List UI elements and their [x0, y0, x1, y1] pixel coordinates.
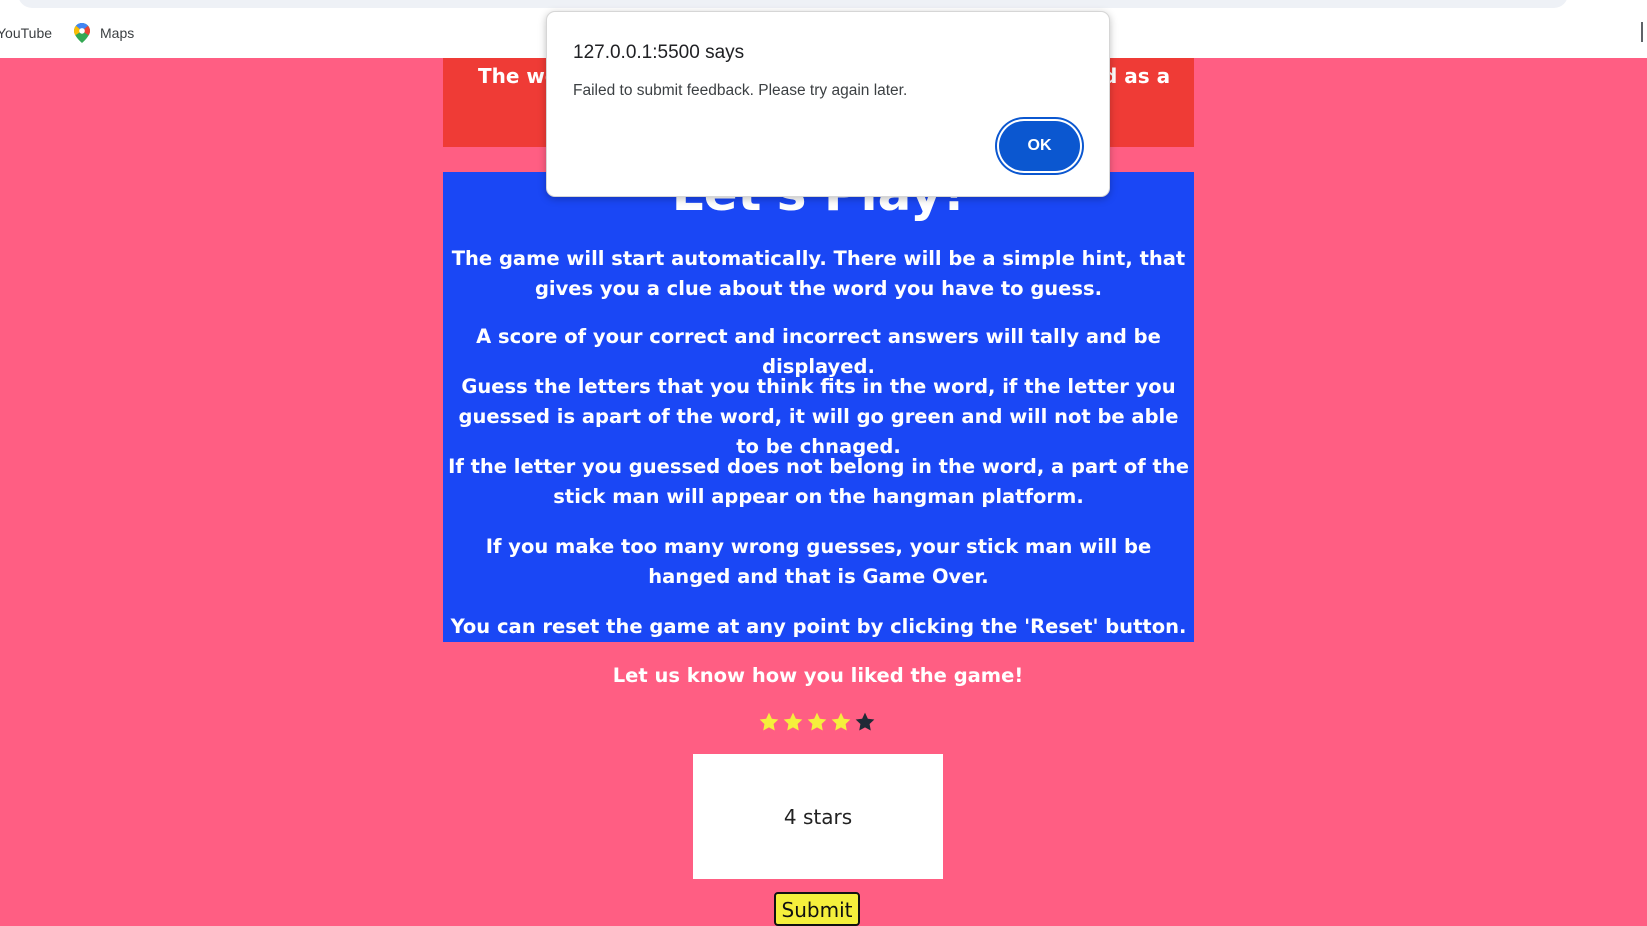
bookmark-label: Maps	[100, 25, 135, 41]
dialog-message: Failed to submit feedback. Please try ag…	[573, 82, 908, 99]
instruction-paragraph: You can reset the game at any point by c…	[450, 615, 1187, 638]
star-icon[interactable]	[782, 711, 806, 735]
instruction-paragraph: Guess the letters that you think fits in…	[458, 375, 1179, 458]
bookmark-youtube[interactable]: YouTube	[0, 25, 52, 41]
star-icon[interactable]	[806, 711, 830, 735]
ok-button[interactable]: OK	[999, 121, 1080, 171]
feedback-prompt: Let us know how you liked the game!	[612, 664, 1024, 687]
star-rating[interactable]	[758, 711, 878, 735]
submit-button[interactable]: Submit	[774, 892, 860, 926]
maps-pin-icon	[74, 23, 91, 43]
instruction-paragraph: If you make too many wrong guesses, your…	[485, 535, 1152, 588]
address-bar[interactable]	[18, 0, 1568, 8]
instruction-paragraph: The game will start automatically. There…	[451, 247, 1186, 300]
bookmark-label: YouTube	[0, 25, 53, 41]
rating-display[interactable]: 4 stars	[693, 754, 943, 879]
star-icon[interactable]	[830, 711, 854, 735]
rating-text: 4 stars	[783, 804, 853, 829]
toolbar-edge	[1641, 22, 1643, 42]
word-info-text-right: d as a	[1103, 64, 1171, 88]
bookmarks-bar: YouTube Maps	[0, 22, 156, 44]
dialog-title: 127.0.0.1:5500 says	[573, 42, 745, 63]
star-icon[interactable]	[854, 711, 878, 735]
instructions-panel: Let's Play! The game will start automati…	[443, 172, 1194, 642]
bookmark-maps[interactable]: Maps	[74, 23, 134, 43]
instruction-paragraph: If the letter you guessed does not belon…	[448, 455, 1189, 508]
alert-dialog: 127.0.0.1:5500 says Failed to submit fee…	[546, 11, 1110, 197]
star-icon[interactable]	[758, 711, 782, 735]
